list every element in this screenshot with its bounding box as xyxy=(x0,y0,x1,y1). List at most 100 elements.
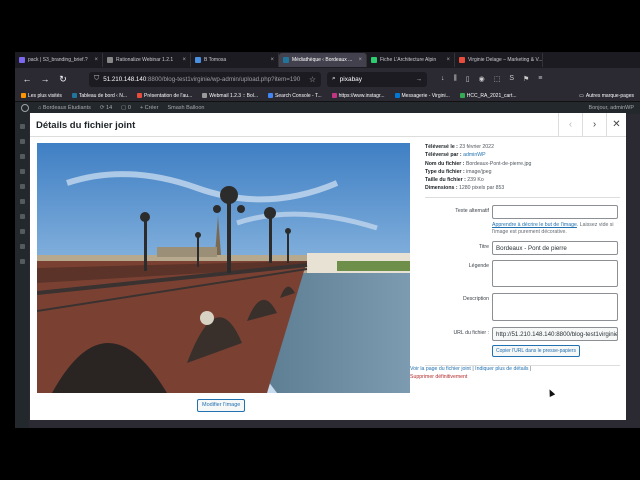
admin-comments[interactable]: ⟳ 14 xyxy=(100,105,112,111)
copy-url-button[interactable]: Copier l'URL dans le presse-papiers xyxy=(492,345,580,357)
tab-0[interactable]: pack | S3_branding_brief.? × xyxy=(15,53,103,67)
tab-close-icon[interactable]: × xyxy=(446,57,450,63)
tab-close-icon[interactable]: × xyxy=(358,57,362,63)
tab-label: Médiathèque ‹ Bordeaux ... xyxy=(292,57,353,63)
tab-favicon xyxy=(459,57,465,63)
description-textarea[interactable] xyxy=(492,293,618,321)
bookmark-0[interactable]: Les plus visités xyxy=(21,93,62,99)
tab-label: Rationalize Webinar 1.2.1 xyxy=(116,57,174,63)
bridge-photo xyxy=(37,143,410,393)
other-bookmarks[interactable]: ▭ Autres marque-pages xyxy=(579,93,634,99)
file-url-input[interactable]: http://51.210.148.140:8800/blog-test1vir… xyxy=(492,327,618,341)
meta-uploaded-on: Téléversé le : 23 février 2022 xyxy=(425,144,494,150)
url-bar[interactable]: ⛉ 51.210.148.140:8800/blog-test1virginie… xyxy=(89,71,321,87)
sidebar-icon-settings[interactable] xyxy=(19,259,25,264)
modal-title: Détails du fichier joint xyxy=(36,120,136,131)
search-go-icon[interactable]: → xyxy=(416,76,423,83)
admin-greeting[interactable]: Bonjour, adminWP xyxy=(588,105,634,111)
bookmark-favicon xyxy=(21,93,26,98)
tab-1[interactable]: Rationalize Webinar 1.2.1 × xyxy=(103,53,191,67)
caption-label: Légende xyxy=(468,263,489,269)
bookmark-favicon xyxy=(137,93,142,98)
tab-3[interactable]: Médiathèque ‹ Bordeaux ... × xyxy=(279,53,367,67)
next-arrow-icon[interactable]: › xyxy=(582,113,606,137)
tab-5[interactable]: Virginie Delage – Marketing & V...× xyxy=(455,53,543,67)
tab-favicon xyxy=(283,57,289,63)
tab-2[interactable]: B Tomosa × xyxy=(191,53,279,67)
admin-site-name[interactable]: ⌂ Bordeaux Étudiants xyxy=(38,105,91,111)
library-icon[interactable]: ⫼ xyxy=(454,75,457,83)
shield-icon: ⛉ xyxy=(94,75,100,82)
screenshot-icon[interactable]: ⬚ xyxy=(494,75,501,83)
bookmark-4[interactable]: Search Console - T... xyxy=(268,93,322,99)
bookmark-6[interactable]: Messagerie - Virgini... xyxy=(394,93,450,99)
attachment-details-modal: Détails du fichier joint ‹ › ✕ Modifier … xyxy=(30,113,626,420)
account-icon[interactable]: ◉ xyxy=(479,75,485,83)
browser-window: pack | S3_branding_brief.? × Rationalize … xyxy=(15,52,640,428)
previous-arrow-icon[interactable]: ‹ xyxy=(558,113,582,137)
tab-favicon xyxy=(19,57,25,63)
tab-label: pack | S3_branding_brief.? xyxy=(28,57,88,63)
forward-icon[interactable]: → xyxy=(39,74,51,84)
tab-close-icon[interactable]: × xyxy=(270,57,274,63)
admin-new[interactable]: + Créer xyxy=(140,105,159,111)
menu-icon[interactable]: ≡ xyxy=(538,75,542,83)
sidebar-icon-appearance[interactable] xyxy=(19,199,25,204)
tab-4[interactable]: Fiche L’Architecture Alpin × xyxy=(367,53,455,67)
bookmark-2[interactable]: Présentation de l'au... xyxy=(137,93,192,99)
file-url-label: URL du fichier : xyxy=(453,330,489,336)
sidebar-icon-plugins[interactable] xyxy=(19,214,25,219)
alt-text-label: Texte alternatif xyxy=(455,208,489,214)
tab-label: Virginie Delage – Marketing & V... xyxy=(468,57,543,63)
tab-close-icon[interactable]: × xyxy=(94,57,98,63)
close-icon[interactable]: ✕ xyxy=(606,113,626,137)
sidebar-icon-comments[interactable] xyxy=(19,184,25,189)
wp-admin-sidebar xyxy=(15,114,29,428)
uploader-link[interactable]: adminWP xyxy=(463,152,486,158)
sidebar-icon-tools[interactable] xyxy=(19,244,25,249)
bookmark-7[interactable]: HCC_RA_2021_cart... xyxy=(459,93,517,99)
bookmark-favicon xyxy=(268,93,274,98)
title-input[interactable]: Bordeaux - Pont de pierre xyxy=(492,241,618,255)
alt-text-input[interactable] xyxy=(492,205,618,219)
extension-icon[interactable]: S xyxy=(509,75,514,83)
tab-label: B Tomosa xyxy=(204,57,227,63)
sidebar-icon-pages[interactable] xyxy=(19,169,25,174)
reload-icon[interactable]: ↻ xyxy=(57,74,69,85)
download-icon[interactable]: ↓ xyxy=(441,75,445,83)
admin-smash-balloon[interactable]: Smash Balloon xyxy=(167,105,204,111)
search-input[interactable]: pixabay xyxy=(340,76,362,83)
delete-permanently-link[interactable]: Supprimer définitivement xyxy=(410,374,467,380)
attachment-image xyxy=(37,143,410,393)
more-details-link[interactable]: Indiquer plus de détails xyxy=(475,366,528,372)
caption-textarea[interactable] xyxy=(492,260,618,287)
sidebar-icon-dashboard[interactable] xyxy=(19,124,25,129)
admin-updates[interactable]: ▢ 0 xyxy=(121,105,131,111)
tab-close-icon[interactable]: × xyxy=(182,57,186,63)
bookmark-5[interactable]: https://www.instagr... xyxy=(331,93,385,99)
nav-bar: ← → ↻ ⛉ 51.210.148.140:8800/blog-test1vi… xyxy=(15,68,640,90)
search-bar[interactable]: ⌕ pixabay → xyxy=(327,71,427,87)
bookmark-3[interactable]: Webmail 1.2.3 :: Bol... xyxy=(202,93,258,99)
sidebar-icon-users[interactable] xyxy=(19,229,25,234)
alt-help-link[interactable]: Apprendre à décrire le but de l'image xyxy=(492,222,577,228)
tab-favicon xyxy=(195,57,201,63)
tab-favicon xyxy=(107,57,113,63)
sidebar-icon[interactable]: ▯ xyxy=(466,75,470,83)
description-label: Description xyxy=(463,296,489,302)
meta-file-name: Nom du fichier : Bordeaux-Pont-de-pierre… xyxy=(425,160,532,167)
toolbar-icons: ↓ ⫼ ▯ ◉ ⬚ S ⚑ ≡ xyxy=(441,75,542,83)
back-icon[interactable]: ← xyxy=(21,74,33,84)
translate-icon[interactable]: ⚑ xyxy=(523,75,529,83)
view-attachment-link[interactable]: Voir la page du fichier joint xyxy=(410,366,471,372)
wordpress-logo-icon[interactable] xyxy=(21,104,29,112)
star-icon[interactable]: ☆ xyxy=(309,75,316,84)
meta-file-size: Taille du fichier : 239 Ko xyxy=(425,177,484,184)
url-text: 51.210.148.140:8800/blog-test1virginie/w… xyxy=(103,75,301,83)
screen: pack | S3_branding_brief.? × Rationalize … xyxy=(0,0,640,480)
bookmark-1[interactable]: Tableau de bord ‹ N... xyxy=(71,93,127,99)
tab-favicon xyxy=(371,57,377,63)
sidebar-icon-media[interactable] xyxy=(19,154,25,159)
sidebar-icon-posts[interactable] xyxy=(19,139,25,144)
edit-image-button[interactable]: Modifier l'image xyxy=(197,399,246,412)
